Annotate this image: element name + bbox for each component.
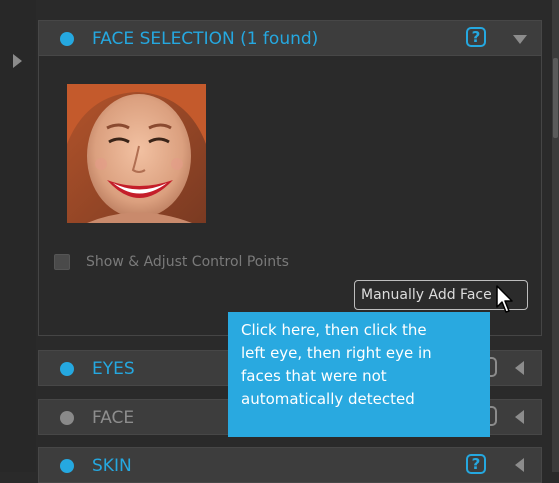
expand-arrow-icon[interactable] [13,54,22,68]
enable-dot-icon[interactable] [60,32,74,46]
section-skin-header[interactable]: SKIN ? [38,447,542,483]
face-thumbnail[interactable] [67,84,206,223]
expand-arrow-icon[interactable] [515,410,524,424]
show-control-points-checkbox[interactable] [54,254,70,270]
enable-dot-icon[interactable] [60,459,74,473]
section-face-selection-header[interactable]: FACE SELECTION (1 found) ? [38,20,542,56]
section-title: FACE [92,408,135,428]
expand-arrow-icon[interactable] [515,458,524,472]
collapse-arrow-icon[interactable] [513,35,527,44]
scrollbar-thumb[interactable] [553,58,558,138]
section-title: EYES [92,359,135,379]
mouse-cursor-icon [496,285,513,313]
disabled-dot-icon[interactable] [60,411,74,425]
show-control-points-label: Show & Adjust Control Points [86,254,289,270]
section-title: FACE SELECTION (1 found) [92,29,319,49]
section-title: SKIN [92,456,132,476]
help-icon[interactable]: ? [466,454,486,474]
tooltip-text: Click here, then click the left eye, the… [241,321,432,408]
left-gutter [0,0,36,472]
help-icon[interactable]: ? [466,27,486,47]
enable-dot-icon[interactable] [60,362,74,376]
expand-arrow-icon[interactable] [515,361,524,375]
manual-add-face-tooltip: Click here, then click the left eye, the… [228,312,490,437]
